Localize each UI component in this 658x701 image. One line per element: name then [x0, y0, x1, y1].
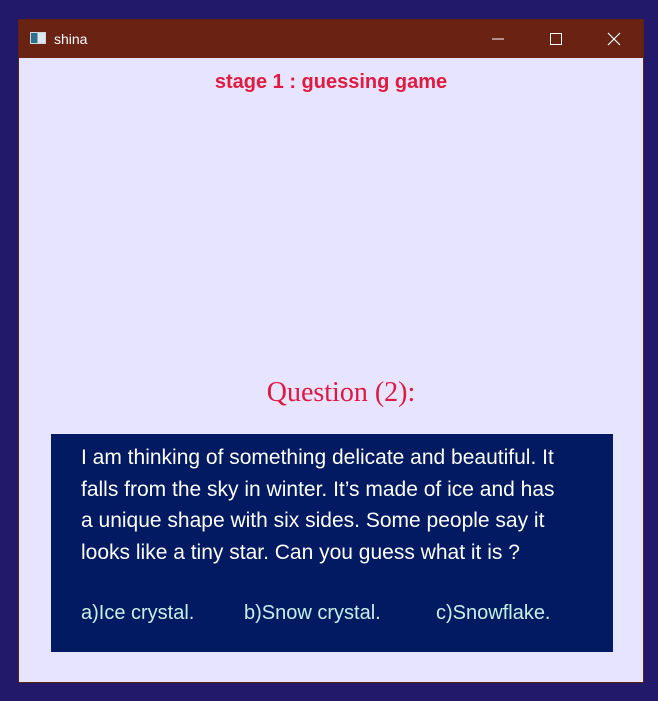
answer-option-b[interactable]: b)Snow crystal.: [244, 600, 381, 626]
close-button[interactable]: [585, 20, 643, 58]
question-line: falls from the sky in winter. It’s made …: [81, 477, 555, 501]
game-window: shina stage 1 : guessing game Question (…: [18, 19, 644, 683]
maximize-button[interactable]: [527, 20, 585, 58]
minimize-button[interactable]: [469, 20, 527, 58]
question-heading: Question (2):: [266, 377, 416, 408]
minimize-icon: [492, 38, 504, 40]
question-line: looks like a tiny star. Can you guess wh…: [81, 540, 520, 564]
close-icon: [607, 32, 621, 46]
question-line: I am thinking of something delicate and …: [81, 446, 554, 469]
title-bar[interactable]: shina: [19, 20, 643, 58]
window-title: shina: [54, 31, 88, 47]
app-window-icon: [30, 32, 46, 44]
answer-option-c[interactable]: c)Snowflake.: [436, 600, 551, 626]
maximize-icon: [550, 33, 562, 45]
question-text: I am thinking of something delicate and …: [81, 442, 609, 568]
answer-option-a[interactable]: a)Ice crystal.: [81, 600, 194, 626]
question-line: a unique shape with six sides. Some peop…: [81, 509, 545, 532]
question-panel: I am thinking of something delicate and …: [51, 434, 613, 652]
stage-title: stage 1 : guessing game: [214, 71, 448, 93]
